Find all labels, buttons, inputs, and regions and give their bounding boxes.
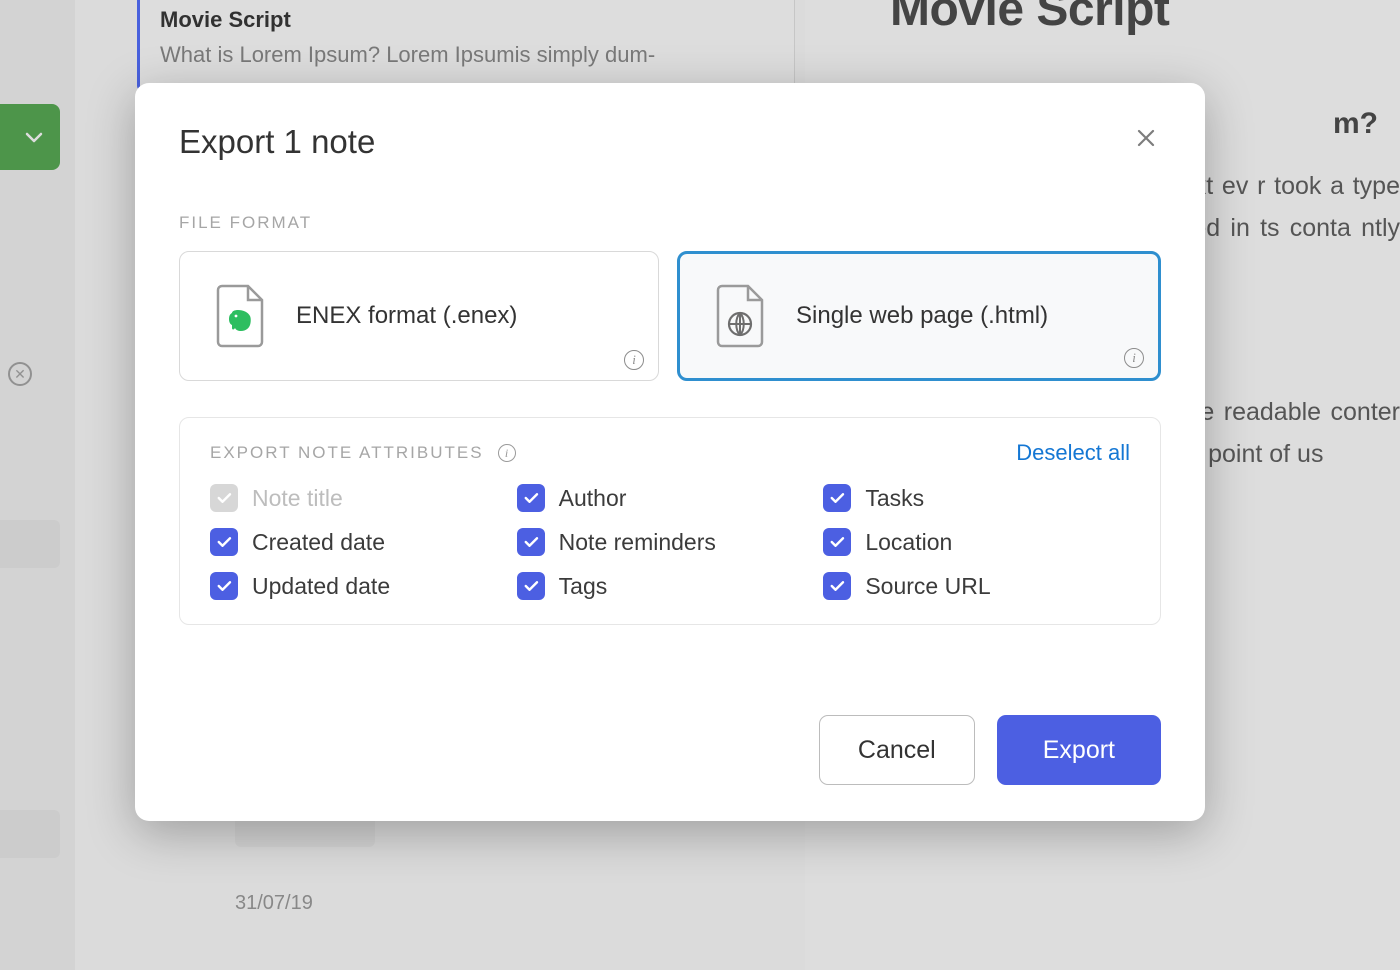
attribute-created_date[interactable]: Created date [210, 528, 517, 556]
checkbox[interactable] [823, 484, 851, 512]
attribute-tags[interactable]: Tags [517, 572, 824, 600]
file-format-label: FILE FORMAT [179, 213, 1161, 233]
attribute-note_title: Note title [210, 484, 517, 512]
checkbox-label: Created date [252, 529, 385, 556]
attributes-label: EXPORT NOTE ATTRIBUTES [210, 443, 484, 463]
checkbox [210, 484, 238, 512]
close-button[interactable] [1131, 123, 1161, 153]
checkbox[interactable] [210, 528, 238, 556]
export-attributes-card: EXPORT NOTE ATTRIBUTES i Deselect all No… [179, 417, 1161, 625]
attribute-author[interactable]: Author [517, 484, 824, 512]
checkbox-label: Author [559, 485, 627, 512]
checkbox[interactable] [517, 484, 545, 512]
checkbox[interactable] [210, 572, 238, 600]
info-icon[interactable]: i [624, 350, 644, 370]
deselect-all-link[interactable]: Deselect all [1016, 440, 1130, 466]
file-format-options: ENEX format (.enex) i Single web page (.… [179, 251, 1161, 381]
checkbox-label: Source URL [865, 573, 990, 600]
checkbox-label: Updated date [252, 573, 390, 600]
checkbox[interactable] [823, 572, 851, 600]
info-icon[interactable]: i [1124, 348, 1144, 368]
attributes-grid: Note title Author Tasks Created date Note re… [210, 484, 1130, 600]
checkbox[interactable] [517, 528, 545, 556]
attribute-tasks[interactable]: Tasks [823, 484, 1130, 512]
export-button[interactable]: Export [997, 715, 1161, 785]
attribute-location[interactable]: Location [823, 528, 1130, 556]
checkbox-label: Location [865, 529, 952, 556]
format-option-html[interactable]: Single web page (.html) i [677, 251, 1161, 381]
attribute-updated_date[interactable]: Updated date [210, 572, 517, 600]
cancel-button[interactable]: Cancel [819, 715, 975, 785]
info-icon[interactable]: i [498, 444, 516, 462]
checkbox-label: Tasks [865, 485, 924, 512]
document-icon [714, 284, 766, 348]
checkbox[interactable] [517, 572, 545, 600]
globe-icon [729, 313, 751, 335]
checkbox-label: Note reminders [559, 529, 716, 556]
modal-title: Export 1 note [179, 123, 375, 161]
format-option-enex[interactable]: ENEX format (.enex) i [179, 251, 659, 381]
checkbox[interactable] [823, 528, 851, 556]
format-option-label: Single web page (.html) [796, 302, 1048, 330]
close-icon [1134, 126, 1158, 150]
export-modal: Export 1 note FILE FORMAT ENEX format (.… [135, 83, 1205, 821]
attribute-note_reminders[interactable]: Note reminders [517, 528, 824, 556]
format-option-label: ENEX format (.enex) [296, 302, 517, 330]
document-icon [214, 284, 266, 348]
checkbox-label: Note title [252, 485, 343, 512]
checkbox-label: Tags [559, 573, 608, 600]
attribute-source_url[interactable]: Source URL [823, 572, 1130, 600]
